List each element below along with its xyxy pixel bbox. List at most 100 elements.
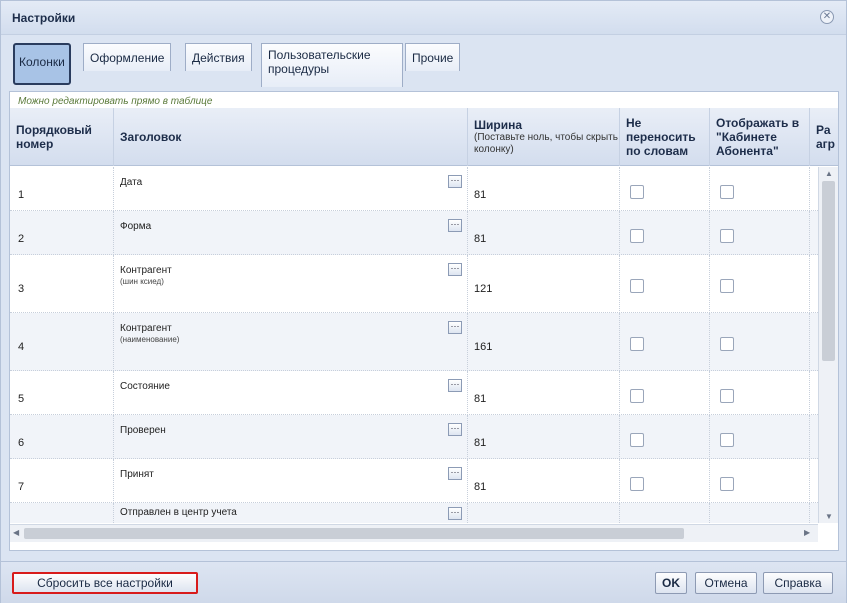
ok-button[interactable]: OK xyxy=(655,572,687,594)
edit-title-button[interactable]: ··· xyxy=(448,507,462,520)
cabinet-checkbox[interactable] xyxy=(720,337,734,351)
close-icon[interactable]: ✕ xyxy=(820,10,834,24)
table-row[interactable]: 5 Состояние ··· 81 xyxy=(10,371,818,415)
tab-actions[interactable]: Действия xyxy=(185,43,252,71)
edit-title-button[interactable]: ··· xyxy=(448,175,462,188)
width-cell[interactable]: 81 xyxy=(468,415,620,459)
cabinet-checkbox[interactable] xyxy=(720,185,734,199)
edit-title-button[interactable]: ··· xyxy=(448,219,462,232)
title-cell[interactable]: Контрагент (наименование) ··· xyxy=(114,313,468,371)
width-cell[interactable]: 81 xyxy=(468,211,620,255)
horizontal-scrollbar[interactable]: ◀ ▶ xyxy=(10,524,818,542)
nowrap-checkbox[interactable] xyxy=(630,229,644,243)
table-row[interactable]: 3 Контрагент (шин ксиед) ··· 121 xyxy=(10,255,818,313)
tab-label: Пользовательские процедуры xyxy=(268,48,371,76)
col-header-subscriber-cabinet[interactable]: Отображать в "Кабинете Абонента" xyxy=(710,108,810,166)
cabinet-checkbox[interactable] xyxy=(720,477,734,491)
cabinet-checkbox[interactable] xyxy=(720,389,734,403)
nowrap-cell xyxy=(620,459,710,503)
titlebar: Настройки ✕ xyxy=(1,1,846,35)
scroll-right-icon[interactable]: ▶ xyxy=(804,528,810,537)
table-row[interactable]: 6 Проверен ··· 81 xyxy=(10,415,818,459)
reset-all-settings-button[interactable]: Сбросить все настройки xyxy=(12,572,198,594)
row-number: 3 xyxy=(18,283,25,295)
col-header-aggregate[interactable]: Ра агр xyxy=(810,108,838,166)
horizontal-scroll-thumb[interactable] xyxy=(24,528,684,539)
width-value: 81 xyxy=(474,233,487,245)
nowrap-cell xyxy=(620,255,710,313)
cabinet-cell xyxy=(710,211,810,255)
width-cell[interactable]: 161 xyxy=(468,313,620,371)
table-row[interactable]: 7 Принят ··· 81 xyxy=(10,459,818,503)
title-cell[interactable]: Форма ··· xyxy=(114,211,468,255)
table-row[interactable]: Отправлен в центр учета ··· xyxy=(10,503,818,523)
table-row[interactable]: 1 Дата ··· 81 xyxy=(10,167,818,211)
nowrap-checkbox[interactable] xyxy=(630,185,644,199)
col-header-label: Ра агр xyxy=(816,123,836,151)
nowrap-cell xyxy=(620,415,710,459)
row-number: 7 xyxy=(18,481,25,493)
col-header-number[interactable]: Порядковый номер xyxy=(10,108,114,166)
nowrap-checkbox[interactable] xyxy=(630,389,644,403)
cabinet-cell xyxy=(710,415,810,459)
number-cell: 3 xyxy=(10,255,114,313)
edit-title-button[interactable]: ··· xyxy=(448,379,462,392)
title-cell[interactable]: Дата ··· xyxy=(114,167,468,211)
number-cell: 1 xyxy=(10,167,114,211)
number-cell: 2 xyxy=(10,211,114,255)
columns-panel: Можно редактировать прямо в таблице Поря… xyxy=(9,91,839,551)
tab-appearance[interactable]: Оформление xyxy=(83,43,172,71)
edit-title-button[interactable]: ··· xyxy=(448,467,462,480)
title-cell[interactable]: Принят ··· xyxy=(114,459,468,503)
scroll-up-icon[interactable]: ▲ xyxy=(825,169,833,178)
scroll-left-icon[interactable]: ◀ xyxy=(13,528,19,537)
width-cell[interactable]: 81 xyxy=(468,167,620,211)
nowrap-checkbox[interactable] xyxy=(630,337,644,351)
cabinet-checkbox[interactable] xyxy=(720,229,734,243)
width-value: 121 xyxy=(474,283,493,295)
col-header-width[interactable]: Ширина (Поставьте ноль, чтобы скрыть кол… xyxy=(468,108,620,166)
table-row[interactable]: 4 Контрагент (наименование) ··· 161 xyxy=(10,313,818,371)
scroll-down-icon[interactable]: ▼ xyxy=(825,512,833,521)
number-cell: 5 xyxy=(10,371,114,415)
nowrap-checkbox[interactable] xyxy=(630,279,644,293)
row-title: Состояние xyxy=(120,381,170,392)
width-cell[interactable]: 121 xyxy=(468,255,620,313)
table-row[interactable]: 2 Форма ··· 81 xyxy=(10,211,818,255)
tab-label: Прочие xyxy=(412,51,454,65)
col-header-title[interactable]: Заголовок xyxy=(114,108,468,166)
width-cell[interactable]: 81 xyxy=(468,459,620,503)
title-cell[interactable]: Проверен ··· xyxy=(114,415,468,459)
title-cell[interactable]: Состояние ··· xyxy=(114,371,468,415)
help-button[interactable]: Справка xyxy=(763,572,833,594)
edit-title-button[interactable]: ··· xyxy=(448,321,462,334)
tab-other[interactable]: Прочие xyxy=(405,43,461,71)
edit-title-button[interactable]: ··· xyxy=(448,423,462,436)
cabinet-checkbox[interactable] xyxy=(720,279,734,293)
width-value: 161 xyxy=(474,341,493,353)
cabinet-checkbox[interactable] xyxy=(720,433,734,447)
nowrap-cell xyxy=(620,167,710,211)
row-title: Принят xyxy=(120,469,154,480)
col-header-label: Отображать в "Кабинете Абонента" xyxy=(716,116,800,158)
cancel-button[interactable]: Отмена xyxy=(695,572,757,594)
col-header-nowrap[interactable]: Не переносить по словам xyxy=(620,108,710,166)
title-cell[interactable]: Отправлен в центр учета ··· xyxy=(114,503,468,523)
width-cell[interactable]: 81 xyxy=(468,371,620,415)
nowrap-checkbox[interactable] xyxy=(630,433,644,447)
title-cell[interactable]: Контрагент (шин ксиед) ··· xyxy=(114,255,468,313)
vertical-scrollbar[interactable]: ▲ ▼ xyxy=(818,167,838,523)
vertical-scroll-thumb[interactable] xyxy=(822,181,835,361)
col-header-label: Не переносить по словам xyxy=(626,116,696,158)
width-value: 81 xyxy=(474,437,487,449)
tab-columns[interactable]: Колонки xyxy=(13,43,71,85)
nowrap-checkbox[interactable] xyxy=(630,477,644,491)
width-cell[interactable] xyxy=(468,503,620,523)
dialog-title: Настройки xyxy=(12,11,76,25)
edit-title-button[interactable]: ··· xyxy=(448,263,462,276)
tab-user-procedures[interactable]: Пользовательские процедуры xyxy=(261,43,403,87)
cabinet-cell xyxy=(710,371,810,415)
number-cell: 7 xyxy=(10,459,114,503)
row-number: 4 xyxy=(18,341,25,353)
nowrap-cell xyxy=(620,371,710,415)
